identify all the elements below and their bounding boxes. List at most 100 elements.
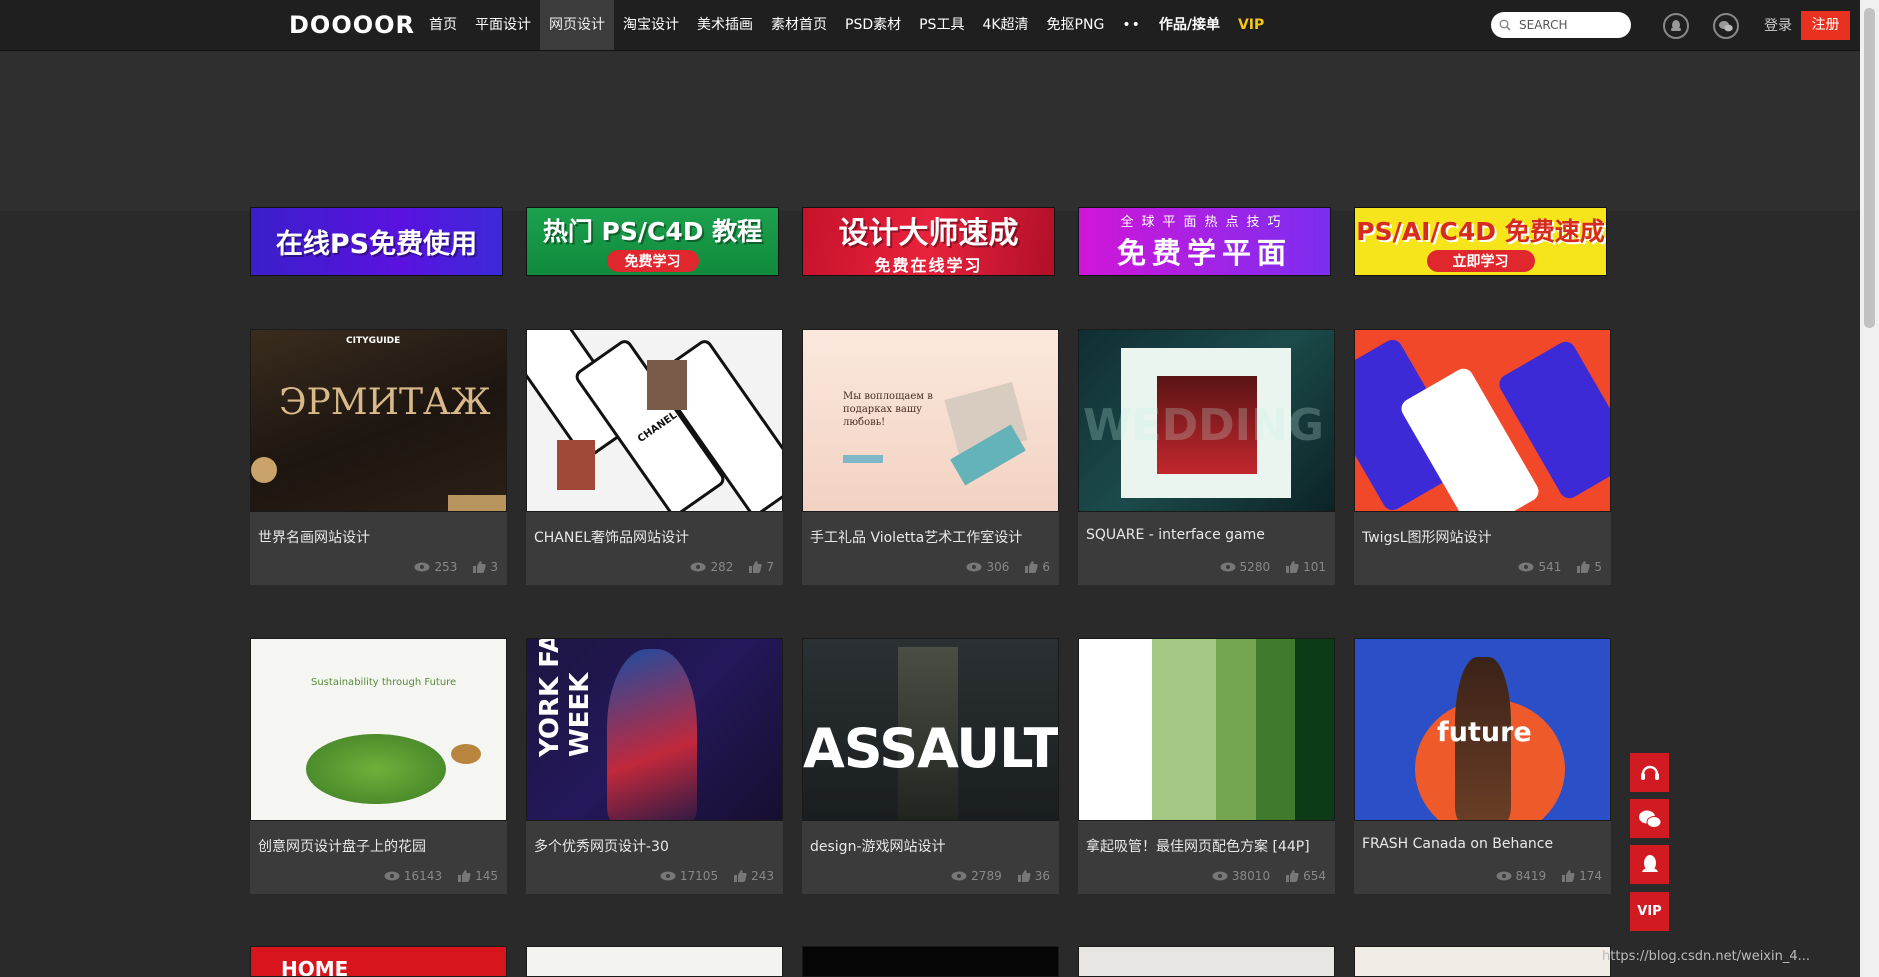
card-stats: 17105 243 [660, 869, 774, 883]
banner-text: 在线PS免费使用 [275, 229, 478, 260]
card-title[interactable]: 创意网页设计盘子上的花园 [258, 836, 498, 856]
nav-assets-home[interactable]: 素材首页 [762, 0, 836, 50]
banner-free-graphic[interactable]: 全球平面热点技巧 免费学平面 [1078, 207, 1331, 276]
eye-icon [1212, 871, 1228, 881]
card-thumbnail: Sustainability through Future [250, 638, 507, 821]
wechat-float-button[interactable] [1630, 799, 1669, 838]
qq-float-button[interactable] [1630, 845, 1669, 884]
customer-service-button[interactable] [1630, 753, 1669, 792]
card-title[interactable]: SQUARE - interface game [1086, 527, 1326, 543]
card-row3-2[interactable] [526, 946, 783, 977]
card-color-palette[interactable]: 拿起吸管！最佳网页配色方案 [44P] 38010 654 [1078, 638, 1335, 894]
thumbs-up-icon [734, 870, 747, 882]
card-web-design-30[interactable]: YORK FASHION WEEK 多个优秀网页设计-30 17105 243 [526, 638, 783, 894]
nav-illustration[interactable]: 美术插画 [688, 0, 762, 50]
search-icon [1499, 16, 1511, 35]
card-stats: 541 5 [1518, 560, 1602, 574]
nav-ps-tools[interactable]: PS工具 [910, 0, 973, 50]
eye-icon [951, 871, 967, 881]
view-count: 5280 [1239, 560, 1271, 574]
nav-4k[interactable]: 4K超清 [973, 0, 1037, 50]
like-count: 654 [1303, 869, 1326, 883]
register-button[interactable]: 注册 [1801, 11, 1850, 40]
like-count: 7 [766, 560, 774, 574]
eye-icon [1496, 871, 1512, 881]
thumbs-up-icon [1286, 870, 1299, 882]
nav-works[interactable]: 作品/接单 [1150, 0, 1229, 50]
view-count: 306 [986, 560, 1010, 574]
banner-top-text: 全球平面热点技巧 [1120, 215, 1289, 230]
card-thumbnail: future [1354, 638, 1611, 821]
card-thumbnail [1354, 329, 1611, 512]
card-violetta[interactable]: Мы воплощаем в подарках вашу любовь! 手工礼… [802, 329, 1059, 585]
qq-icon [1641, 854, 1658, 872]
nav-graphic-design[interactable]: 平面设计 [466, 0, 540, 50]
eye-icon [660, 871, 676, 881]
thumb-decoration [306, 734, 446, 804]
banner-text: 热门 PS/C4D 教程 [542, 216, 763, 246]
thumbs-up-icon [749, 561, 763, 573]
card-chanel[interactable]: CHANEL CHANEL奢饰品网站设计 282 7 [526, 329, 783, 585]
banner-online-ps[interactable]: 在线PS免费使用 [250, 207, 503, 276]
card-row3-1[interactable]: HOME [250, 946, 507, 977]
nav-psd-assets[interactable]: PSD素材 [836, 0, 910, 50]
nav-more[interactable]: •• [1113, 0, 1150, 50]
card-title[interactable]: 世界名画网站设计 [258, 527, 498, 547]
thumb-headline: HOME [281, 957, 349, 977]
card-title[interactable]: TwigsL图形网站设计 [1362, 527, 1602, 547]
thumb-headline: Мы воплощаем в подарках вашу любовь! [843, 391, 933, 428]
site-logo[interactable]: DOOOOR [289, 11, 415, 39]
search-input[interactable] [1517, 17, 1621, 33]
thumb-headline: ASSAULT [803, 717, 1059, 780]
card-game-design[interactable]: ASSAULT design-游戏网站设计 2789 36 [802, 638, 1059, 894]
thumb-headline: ЭРМИТАЖ [279, 382, 491, 423]
watermark-text: https://blog.csdn.net/weixin_4... [1602, 949, 1811, 964]
card-square[interactable]: WEDDING SQUARE - interface game 5280 101 [1078, 329, 1335, 585]
scrollbar-thumb[interactable] [1864, 8, 1875, 328]
banner-ps-ai-c4d[interactable]: PS/AI/C4D 免费速成 立即学习 [1354, 207, 1607, 276]
palette-swatch [1215, 639, 1256, 820]
card-title[interactable]: CHANEL奢饰品网站设计 [534, 527, 774, 547]
view-count: 17105 [679, 869, 719, 883]
card-twigsl[interactable]: TwigsL图形网站设计 541 5 [1354, 329, 1611, 585]
search-box[interactable] [1491, 12, 1631, 38]
card-thumbnail [1354, 946, 1611, 977]
banner-ps-c4d-tutorial[interactable]: 热门 PS/C4D 教程 免费学习 [526, 207, 779, 276]
wechat-icon[interactable] [1713, 13, 1739, 39]
vip-float-button[interactable]: VIP [1630, 892, 1669, 931]
login-link[interactable]: 登录 [1764, 15, 1792, 35]
card-title[interactable]: 多个优秀网页设计-30 [534, 836, 774, 856]
card-frash-canada[interactable]: future FRASH Canada on Behance 8419 174 [1354, 638, 1611, 894]
qq-icon[interactable] [1663, 13, 1689, 39]
card-row3-4[interactable] [1078, 946, 1335, 977]
nav-web-design[interactable]: 网页设计 [540, 0, 614, 50]
banner-button: 免费学习 [606, 249, 699, 272]
thumb-headline: YORK FASHION WEEK [535, 638, 595, 757]
card-title[interactable]: 拿起吸管！最佳网页配色方案 [44P] [1086, 836, 1326, 856]
main-nav: 首页 平面设计 网页设计 淘宝设计 美术插画 素材首页 PSD素材 PS工具 4… [420, 0, 1273, 50]
card-row3-5[interactable] [1354, 946, 1611, 977]
card-hermitage[interactable]: CITYGUIDE ЭРМИТАЖ 世界名画网站设计 253 3 [250, 329, 507, 585]
card-thumbnail: HOME [250, 946, 507, 977]
nav-taobao-design[interactable]: 淘宝设计 [614, 0, 688, 50]
card-thumbnail [802, 946, 1059, 977]
nav-png[interactable]: 免抠PNG [1038, 0, 1114, 50]
thumbs-up-icon [1562, 870, 1575, 882]
eye-icon [384, 871, 400, 881]
banner-text: 免费学平面 [1116, 236, 1292, 270]
like-count: 101 [1303, 560, 1326, 574]
nav-vip[interactable]: VIP [1229, 0, 1273, 50]
nav-home[interactable]: 首页 [420, 0, 466, 50]
view-count: 282 [710, 560, 734, 574]
card-row3-3[interactable] [802, 946, 1059, 977]
thumb-photo [647, 360, 687, 410]
card-garden-plate[interactable]: Sustainability through Future 创意网页设计盘子上的… [250, 638, 507, 894]
card-title[interactable]: design-游戏网站设计 [810, 836, 1050, 856]
palette-swatch [1295, 639, 1334, 820]
card-thumbnail: Мы воплощаем в подарках вашу любовь! [802, 329, 1059, 512]
card-thumbnail [526, 946, 783, 977]
banner-design-master[interactable]: 设计大师速成 免费在线学习 [802, 207, 1055, 276]
thumbs-up-icon [1025, 561, 1039, 573]
card-title[interactable]: 手工礼品 Violetta艺术工作室设计 [810, 527, 1050, 547]
card-title[interactable]: FRASH Canada on Behance [1362, 836, 1602, 852]
